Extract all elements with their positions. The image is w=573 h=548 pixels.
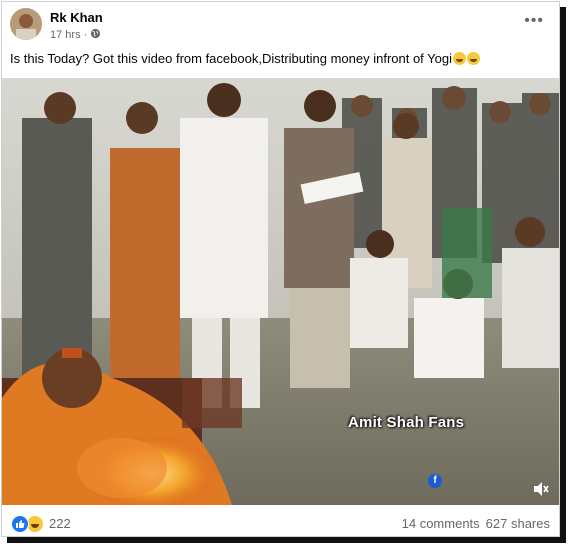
post-caption: Is this Today? Got this video from faceb…	[10, 51, 550, 66]
shares-link[interactable]: 627 shares	[486, 516, 550, 531]
caption-text: Is this Today? Got this video from faceb…	[10, 51, 452, 66]
grimacing-face-emoji	[467, 52, 480, 65]
post-stats: 14 comments 627 shares	[402, 516, 550, 531]
reaction-count[interactable]: 222	[49, 516, 71, 531]
avatar[interactable]	[10, 8, 42, 40]
post-footer: 222 14 comments 627 shares	[2, 507, 559, 537]
video-frame	[2, 78, 559, 505]
globe-icon	[90, 28, 101, 42]
post-card: Rk Khan 17 hrs · ••• Is this Today? Got …	[1, 1, 560, 537]
facebook-icon: f	[428, 474, 442, 488]
like-icon	[11, 515, 29, 533]
comments-link[interactable]: 14 comments	[402, 516, 480, 531]
post-timestamp[interactable]: 17 hrs	[50, 29, 81, 41]
more-options-icon[interactable]: •••	[524, 12, 544, 30]
mute-icon[interactable]	[532, 481, 550, 497]
reaction-icons[interactable]	[11, 515, 44, 533]
post-header: Rk Khan 17 hrs · •••	[10, 8, 550, 44]
meta-separator: ·	[83, 29, 88, 41]
video-watermark: Amit Shah Fans	[348, 414, 465, 431]
video-player[interactable]: f Amit Shah Fans	[2, 78, 559, 505]
author-name[interactable]: Rk Khan	[50, 10, 103, 25]
grimacing-face-emoji	[453, 52, 466, 65]
post-meta: 17 hrs ·	[50, 28, 101, 42]
